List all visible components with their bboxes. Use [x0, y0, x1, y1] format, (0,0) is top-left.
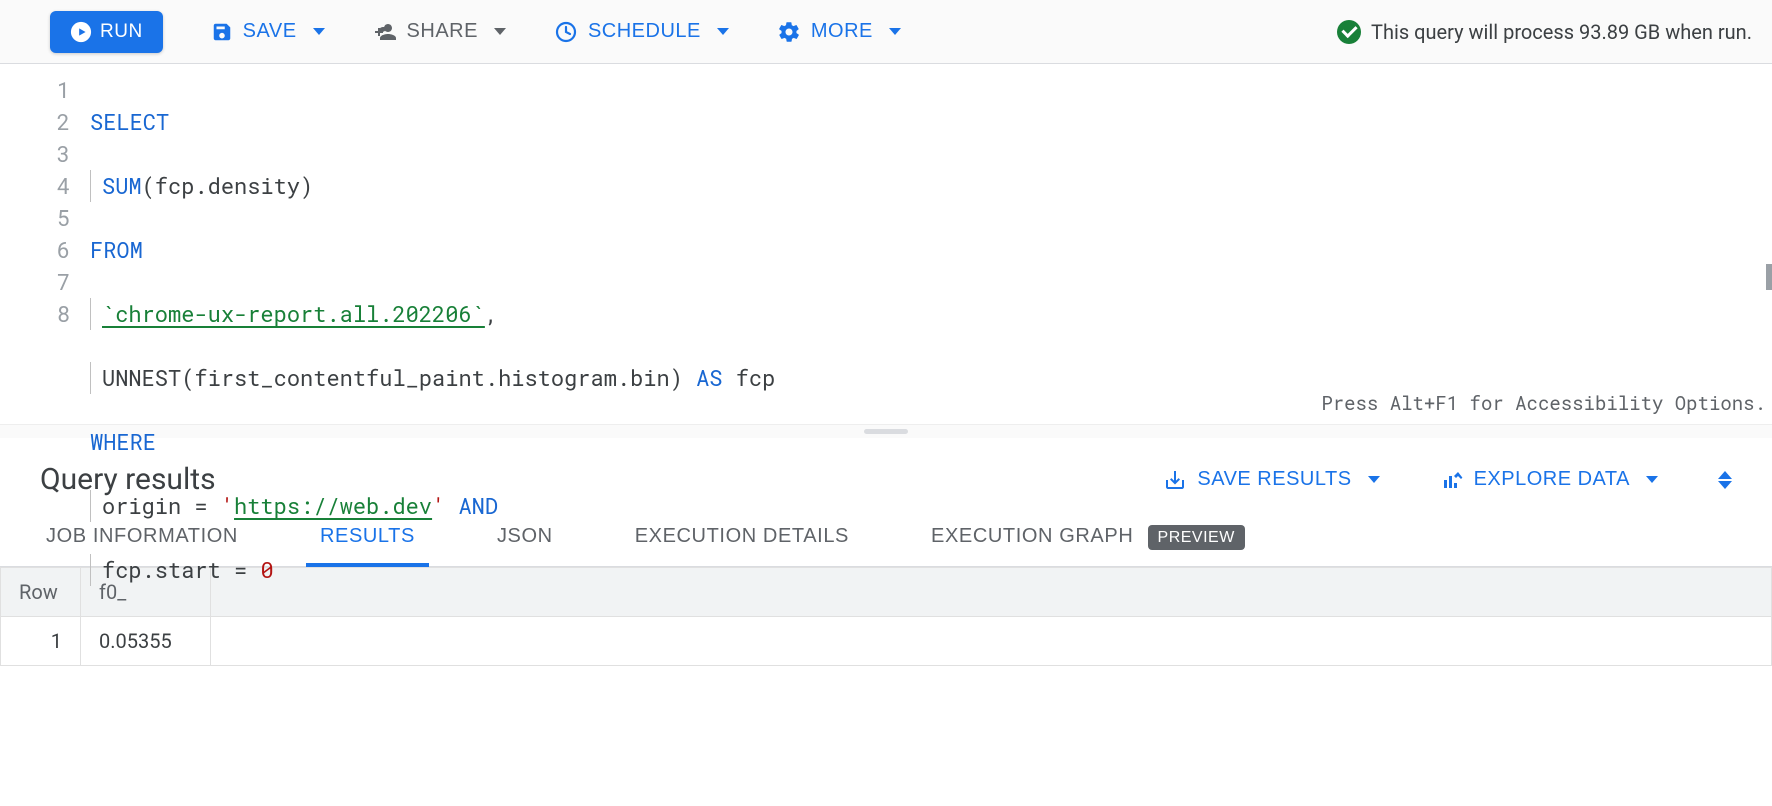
- tab-results[interactable]: RESULTS: [314, 525, 421, 566]
- save-button[interactable]: SAVE: [211, 20, 325, 43]
- col-row: Row: [1, 568, 81, 617]
- chevron-down-icon: [889, 28, 901, 35]
- tab-execution-graph-label: EXECUTION GRAPH: [931, 525, 1133, 547]
- tab-execution-details[interactable]: EXECUTION DETAILS: [629, 525, 855, 566]
- query-toolbar: RUN SAVE SHARE SCHEDULE MORE This query …: [0, 0, 1772, 64]
- gear-icon: [777, 20, 801, 44]
- tab-job-information[interactable]: JOB INFORMATION: [40, 525, 244, 566]
- more-label: MORE: [811, 20, 873, 43]
- cell-row: 1: [1, 617, 81, 666]
- clock-icon: [554, 20, 578, 44]
- line-number: 7: [0, 266, 70, 298]
- share-icon: [373, 20, 397, 44]
- chevron-down-icon: [313, 28, 325, 35]
- line-number: 6: [0, 234, 70, 266]
- line-number: 5: [0, 202, 70, 234]
- query-status: This query will process 93.89 GB when ru…: [1337, 20, 1752, 44]
- save-label: SAVE: [243, 20, 297, 43]
- line-number: 4: [0, 170, 70, 202]
- run-label: RUN: [100, 21, 143, 43]
- schedule-button[interactable]: SCHEDULE: [554, 20, 729, 44]
- save-icon: [211, 21, 233, 43]
- more-button[interactable]: MORE: [777, 20, 901, 44]
- status-text: This query will process 93.89 GB when ru…: [1371, 20, 1752, 44]
- sql-editor[interactable]: 1 2 3 4 5 6 7 8 SELECT SUM(fcp.density) …: [0, 64, 1772, 424]
- line-number: 1: [0, 74, 70, 106]
- share-label: SHARE: [407, 20, 478, 43]
- share-button[interactable]: SHARE: [373, 20, 506, 44]
- line-gutter: 1 2 3 4 5 6 7 8: [0, 64, 90, 424]
- tab-execution-graph[interactable]: EXECUTION GRAPH PREVIEW: [925, 525, 1251, 566]
- chevron-down-icon: [494, 28, 506, 35]
- preview-badge: PREVIEW: [1148, 525, 1245, 550]
- run-button[interactable]: RUN: [50, 11, 163, 53]
- code-area[interactable]: SELECT SUM(fcp.density) FROM `chrome-ux-…: [90, 64, 1772, 424]
- play-circle-icon: [70, 21, 92, 43]
- line-number: 3: [0, 138, 70, 170]
- check-circle-icon: [1337, 20, 1361, 44]
- chevron-down-icon: [717, 28, 729, 35]
- accessibility-hint: Press Alt+F1 for Accessibility Options.: [1321, 388, 1766, 420]
- line-number: 2: [0, 106, 70, 138]
- schedule-label: SCHEDULE: [588, 20, 701, 43]
- tab-json[interactable]: JSON: [491, 525, 559, 566]
- line-number: 8: [0, 298, 70, 330]
- scroll-marker: [1766, 264, 1772, 290]
